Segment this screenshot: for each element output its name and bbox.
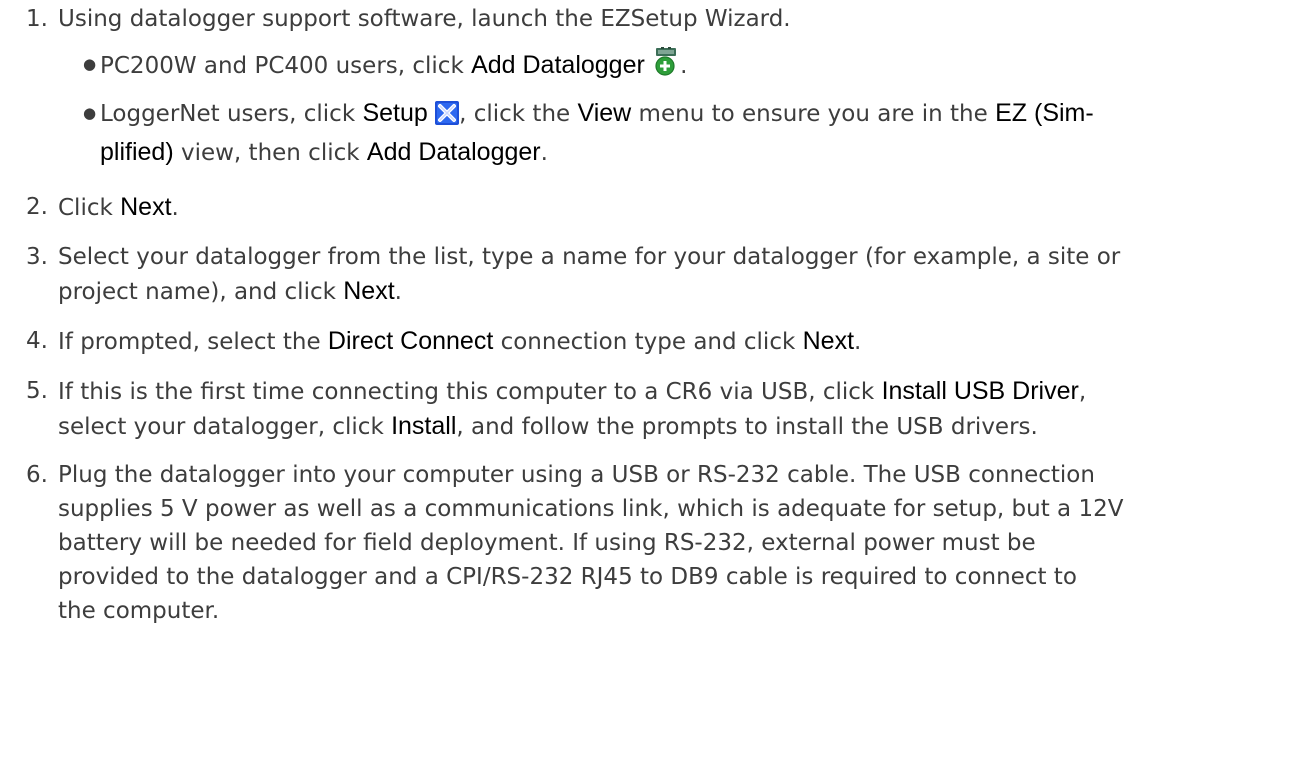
ez-view-label-cont: plified) xyxy=(100,138,174,166)
bullet-icon: ● xyxy=(83,104,97,122)
step-number: 2. xyxy=(26,194,48,220)
add-datalogger-label: Add Datalogger xyxy=(366,138,541,166)
step-number: 3. xyxy=(26,244,48,270)
install-label: Install xyxy=(391,412,457,440)
step-1-bullet-1: ● PC200W and PC400 users, click Add Data… xyxy=(83,47,1301,87)
step-text: Using datalogger support software, launc… xyxy=(58,6,791,32)
view-menu-label: View xyxy=(577,99,632,127)
bullet-icon: ● xyxy=(83,55,97,73)
step-number: 5. xyxy=(26,378,48,404)
direct-connect-label: Direct Connect xyxy=(327,327,494,355)
setup-icon xyxy=(435,101,460,135)
next-label: Next xyxy=(120,193,172,221)
step-number: 1. xyxy=(26,6,48,32)
step-number: 6. xyxy=(26,462,48,488)
ez-view-label: EZ (Sim- xyxy=(995,99,1094,127)
setup-label: Setup xyxy=(362,99,428,127)
add-datalogger-icon xyxy=(652,47,680,87)
add-datalogger-label: Add Datalogger xyxy=(471,51,645,79)
next-label: Next xyxy=(802,327,855,355)
instructions-document: 1. Using datalogger support software, la… xyxy=(0,0,1307,759)
step-1-bullet-2: ● LoggerNet users, click Setup , click t… xyxy=(83,96,1301,170)
step-number: 4. xyxy=(26,328,48,354)
next-label: Next xyxy=(343,277,395,305)
install-usb-driver-label: Install USB Driver xyxy=(881,377,1079,405)
